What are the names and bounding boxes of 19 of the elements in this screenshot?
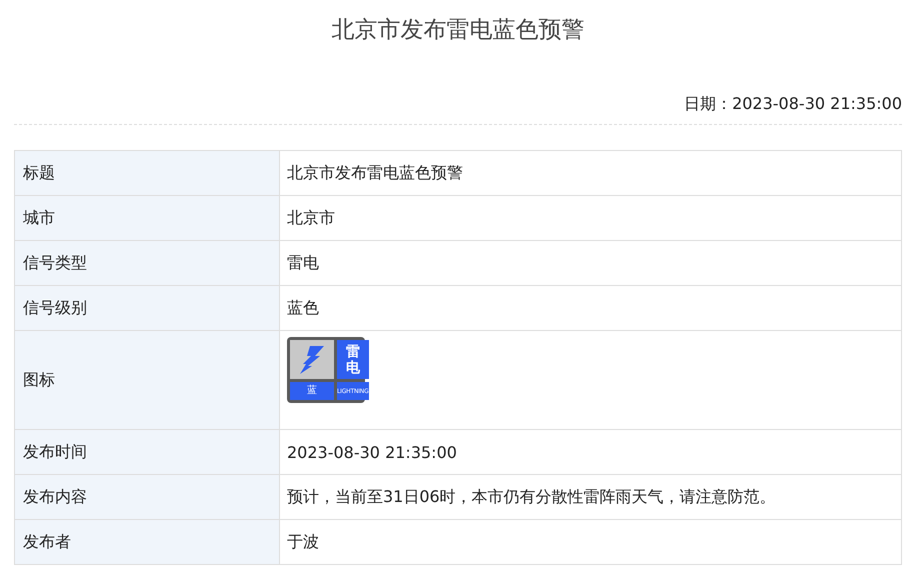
row-value: 预计，当前至31日06时，本市仍有分散性雷阵雨天气，请注意防范。 [280,475,901,520]
row-value: 蓝色 [280,286,901,331]
row-value: 北京市 [280,196,901,241]
publish-date: 日期：2023-08-30 21:35:00 [684,93,902,115]
row-value: 雷电 [280,241,901,286]
row-value: 2023-08-30 21:35:00 [280,430,901,475]
row-label: 标题 [15,151,280,196]
signal-type-text: 雷 电 [337,340,369,379]
row-label: 发布者 [15,520,280,564]
signal-level-text: 蓝 [290,382,334,400]
row-label: 发布时间 [15,430,280,475]
page-title: 北京市发布雷电蓝色预警 [330,16,586,45]
row-label: 城市 [15,196,280,241]
row-value: 于波 [286,530,320,552]
row-value: 北京市发布雷电蓝色预警 [280,151,901,196]
row-label: 信号级别 [15,286,280,331]
row-label: 图标 [15,331,280,430]
row-label: 发布内容 [15,475,280,520]
row-label: 信号类型 [15,241,280,286]
